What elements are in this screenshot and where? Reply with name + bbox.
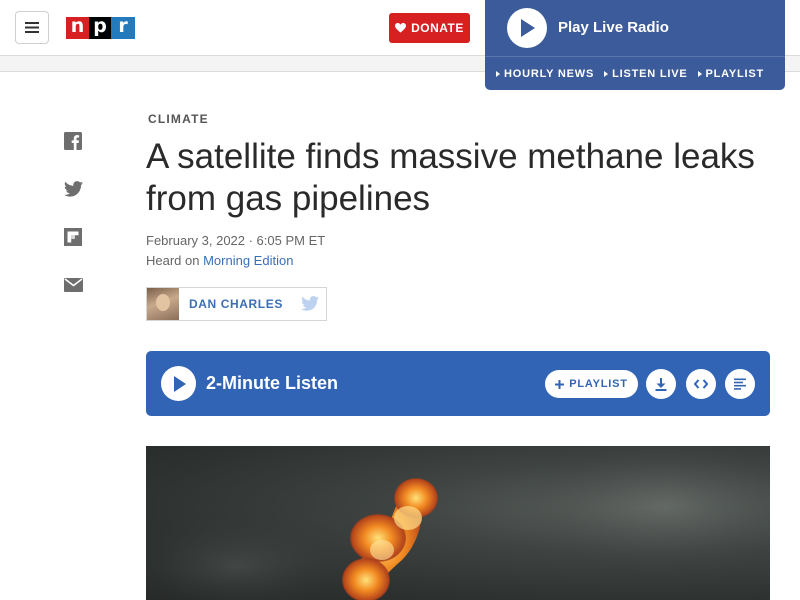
share-tools: [63, 131, 83, 323]
email-share-button[interactable]: [63, 275, 83, 295]
add-to-playlist-button[interactable]: PLAYLIST: [545, 370, 638, 398]
logo-letter-p: p: [89, 17, 111, 39]
donate-button[interactable]: DONATE: [389, 13, 470, 43]
article-hero-image: [146, 446, 770, 600]
facebook-share-button[interactable]: [63, 131, 83, 151]
audio-player: 2-Minute Listen PLAYLIST: [146, 351, 770, 416]
menu-button[interactable]: [15, 11, 49, 44]
email-icon: [63, 278, 83, 292]
play-icon: [173, 375, 186, 392]
heard-on-line: Heard on Morning Edition: [146, 253, 293, 268]
flipboard-share-button[interactable]: [63, 227, 83, 247]
logo-letter-n: n: [66, 17, 89, 39]
npr-logo[interactable]: n p r: [66, 17, 135, 39]
embed-button[interactable]: [686, 369, 716, 399]
caret-right-icon: [496, 70, 500, 77]
listen-live-link[interactable]: LISTEN LIVE: [604, 68, 687, 80]
play-icon: [521, 19, 535, 37]
radio-links: HOURLY NEWS LISTEN LIVE PLAYLIST: [485, 56, 785, 90]
listen-live-label: LISTEN LIVE: [612, 67, 688, 80]
playlist-label: PLAYLIST: [569, 378, 628, 390]
logo-letter-r: r: [111, 17, 135, 39]
article-dateline: February 3, 2022 · 6:05 PM ET: [146, 233, 326, 248]
download-icon: [655, 377, 667, 391]
audio-play-button[interactable]: [161, 366, 196, 401]
article-section-slug[interactable]: CLIMATE: [148, 112, 209, 126]
transcript-icon: [734, 378, 746, 390]
donate-label: DONATE: [411, 21, 464, 35]
heard-on-prefix: Heard on: [146, 253, 204, 268]
twitter-icon: [63, 181, 83, 197]
facebook-icon: [64, 132, 82, 150]
play-live-radio-button[interactable]: [507, 8, 547, 48]
transcript-button[interactable]: [725, 369, 755, 399]
twitter-icon: [301, 296, 319, 311]
embed-icon: [694, 379, 708, 389]
audio-title[interactable]: 2-Minute Listen: [206, 373, 338, 394]
download-button[interactable]: [646, 369, 676, 399]
heart-icon: [395, 23, 407, 33]
plus-icon: [555, 379, 565, 389]
play-live-radio-label[interactable]: Play Live Radio: [558, 19, 669, 36]
live-radio-panel: Play Live Radio HOURLY NEWS LISTEN LIVE …: [485, 0, 785, 90]
author-avatar[interactable]: [147, 288, 179, 320]
hourly-news-label: HOURLY NEWS: [504, 67, 595, 80]
author-name-link[interactable]: DAN CHARLES: [189, 297, 283, 311]
caret-right-icon: [604, 70, 609, 77]
flipboard-icon: [64, 228, 82, 246]
gas-flare-image: [146, 446, 770, 600]
article-headline: A satellite finds massive methane leaks …: [146, 137, 755, 218]
radio-playlist-link[interactable]: PLAYLIST: [697, 67, 765, 80]
author-byline: DAN CHARLES: [146, 287, 327, 321]
author-twitter-button[interactable]: [301, 296, 319, 316]
program-link[interactable]: Morning Edition: [203, 253, 293, 268]
hourly-news-link[interactable]: HOURLY NEWS: [496, 68, 594, 80]
radio-playlist-label: PLAYLIST: [705, 67, 765, 80]
twitter-share-button[interactable]: [63, 179, 83, 199]
hamburger-icon: [25, 22, 39, 33]
caret-right-icon: [697, 70, 702, 77]
